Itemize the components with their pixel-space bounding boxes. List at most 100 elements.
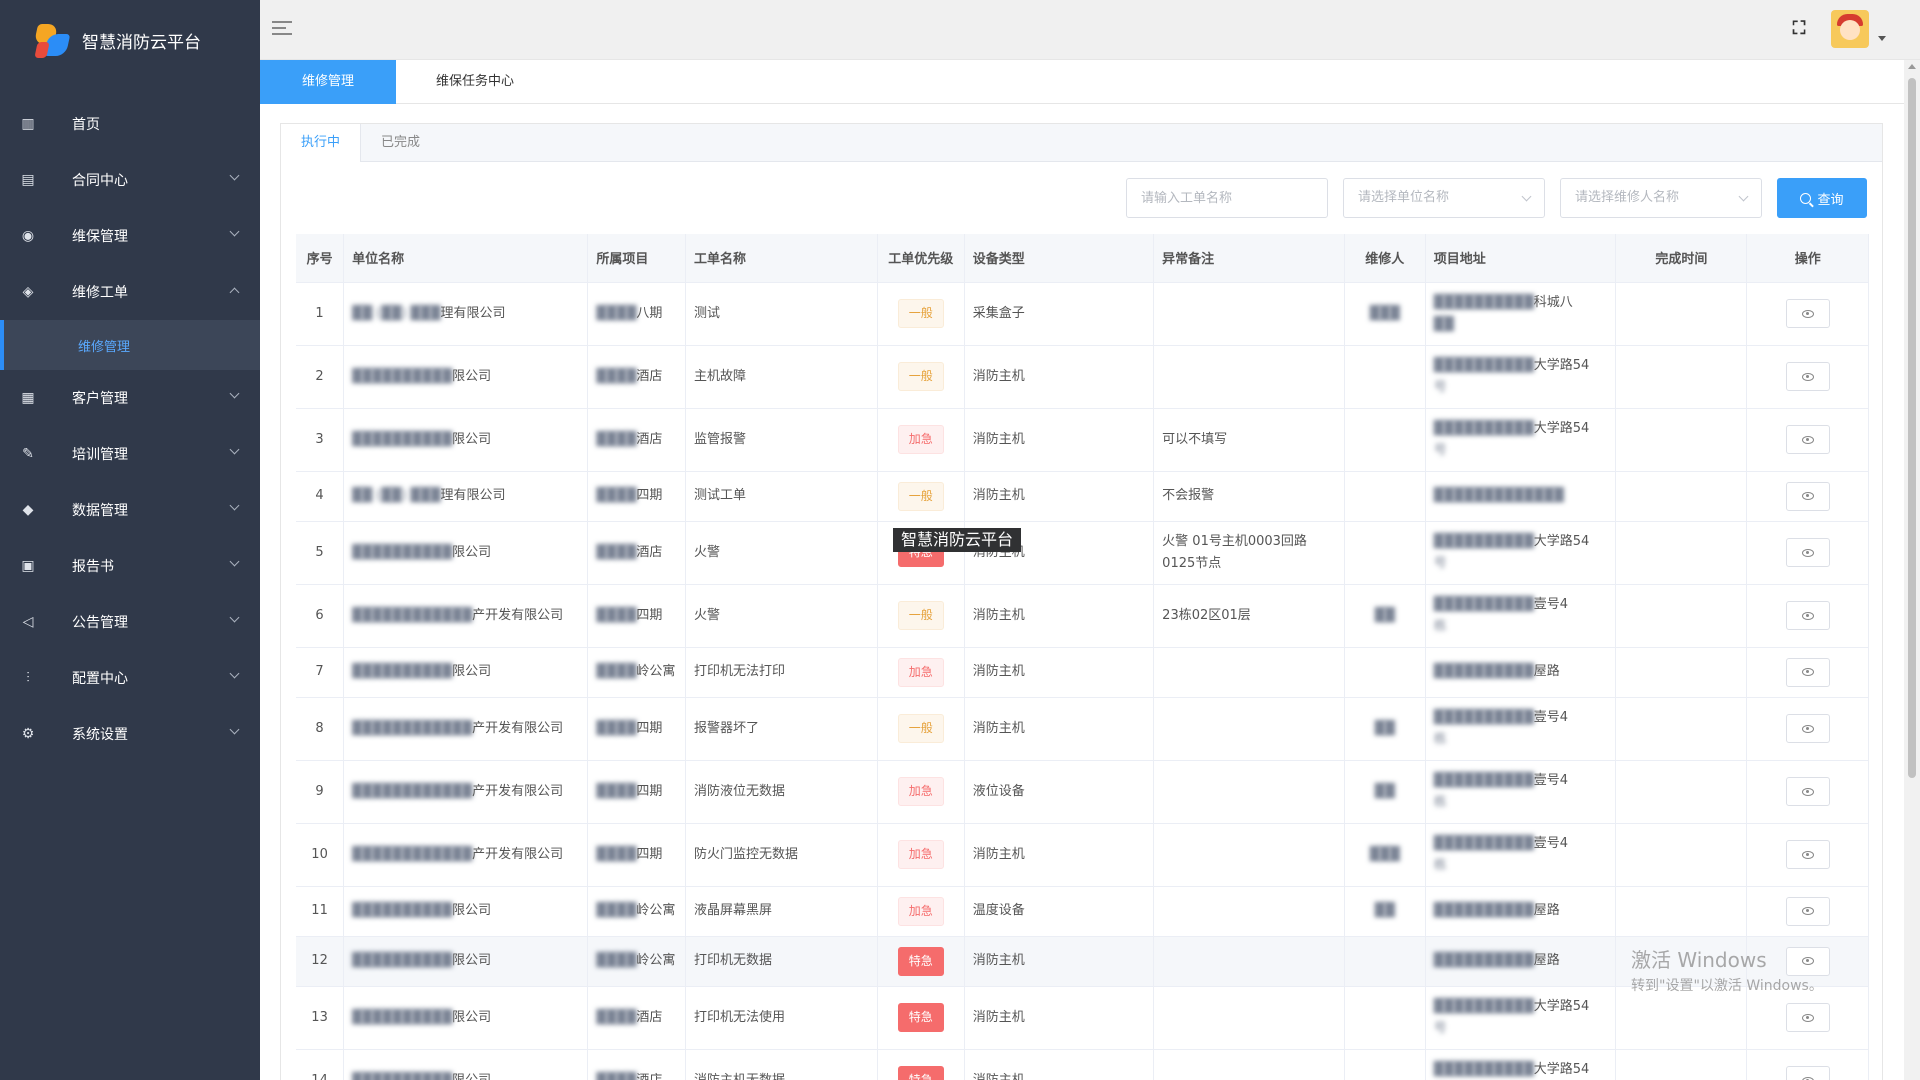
menu-toggle-icon[interactable] <box>272 21 292 37</box>
view-button[interactable] <box>1785 1003 1830 1032</box>
priority-badge: 加急 <box>897 425 944 454</box>
sidebar-item-9[interactable]: ◁ 公告管理 <box>0 594 260 650</box>
table-row[interactable]: 10 ████████████产开发有限公司 ████四期 防火门监控无数据 加急 消防主… <box>296 823 1869 887</box>
view-button[interactable] <box>1785 538 1830 567</box>
eye-icon <box>1801 850 1814 859</box>
view-button[interactable] <box>1785 840 1830 869</box>
unit-name-text: 限公司 <box>452 1072 492 1080</box>
sidebar-item-label: 公告管理 <box>72 615 128 631</box>
cell-repairer: ██ <box>1344 584 1426 648</box>
cell-actions <box>1746 471 1869 522</box>
cell-done-time <box>1615 345 1748 409</box>
cell-address: ██████████大学路54 号 <box>1425 345 1617 409</box>
sidebar-item-7[interactable]: ◆ 数据管理 <box>0 482 260 538</box>
sidebar-item-5[interactable]: ▦ 客户管理 <box>0 370 260 426</box>
cell-done-time <box>1615 1049 1748 1080</box>
scroll-up-icon[interactable] <box>1908 64 1916 69</box>
cell-index: 2 <box>296 345 345 409</box>
project-text: 岭公寓 <box>636 953 676 968</box>
sidebar-subitem-label: 维修管理 <box>78 339 131 355</box>
view-button[interactable] <box>1785 657 1830 687</box>
sidebar-subitem-repair-management[interactable]: 维修管理 <box>0 320 260 370</box>
sidebar-item-0[interactable]: ▥ 首页 <box>0 96 260 152</box>
main-card: 执行中 已完成 请选择单位名称 请选择维修人名称 查询 序号单位名称所属项目工单… <box>280 123 1883 1080</box>
eye-icon <box>1801 907 1814 915</box>
table-row[interactable]: 6 ████████████产开发有限公司 ████四期 火警 一般 消防主机 23栋02区… <box>296 584 1869 648</box>
view-button[interactable] <box>1785 777 1830 806</box>
tab-maintenance-task-center[interactable]: 维保任务中心 <box>396 60 554 104</box>
cell-device-type: 消防主机 <box>964 584 1155 648</box>
eye-icon <box>1801 309 1814 318</box>
cell-priority: 加急 <box>877 760 965 824</box>
cell-remark <box>1153 345 1345 409</box>
cell-address: ██████████大学路54 号 <box>1425 408 1617 472</box>
eye-icon <box>1801 1013 1814 1022</box>
cell-remark: 可以不填写 <box>1153 408 1345 472</box>
sidebar-item-10[interactable]: ⫶ 配置中心 <box>0 650 260 706</box>
unit-name-redacted: ██████████ <box>352 368 453 384</box>
project-redacted: ████ <box>596 1072 637 1080</box>
view-button[interactable] <box>1785 481 1830 511</box>
table-row[interactable]: 9 ████████████产开发有限公司 ████四期 消防液位无数据 加急 液位设备 █… <box>296 760 1869 824</box>
sidebar-item-8[interactable]: ▣ 报告书 <box>0 538 260 594</box>
unit-name-select[interactable]: 请选择单位名称 <box>1343 178 1545 218</box>
unit-name-text: 理有限公司 <box>440 488 506 503</box>
unit-name-text: 产开发有限公司 <box>472 846 564 862</box>
cell-address: ██████████壹号4 栋 <box>1425 823 1617 887</box>
cell-device-type: 消防主机 <box>964 936 1155 987</box>
table-row[interactable]: 5 ██████████限公司 ████酒店 火警 特急 消防主机 火警 01号主机0003… <box>296 521 1869 585</box>
cell-index: 7 <box>296 647 345 698</box>
fullscreen-icon[interactable]: ⛶ <box>1789 19 1809 39</box>
cell-index: 10 <box>296 823 345 887</box>
table-row[interactable]: 14 ██████████限公司 ████酒店 消防主机无数据 特急 消防主机 ██████… <box>296 1049 1869 1080</box>
unit-name-redacted: ██████████ <box>352 953 453 968</box>
tab-in-progress[interactable]: 执行中 <box>281 124 362 162</box>
view-button[interactable] <box>1785 362 1830 391</box>
cell-done-time <box>1615 471 1748 522</box>
chevron-up-icon <box>229 287 240 298</box>
table-row[interactable]: 3 ██████████限公司 ████酒店 监管报警 加急 消防主机 可以不填写 █████… <box>296 408 1869 472</box>
table-row[interactable]: 11 ██████████限公司 ████岭公寓 液晶屏幕黑屏 加急 温度设备 ██ ████… <box>296 886 1869 937</box>
view-button[interactable] <box>1785 425 1830 454</box>
table-row[interactable]: 13 ██████████限公司 ████酒店 打印机无法使用 特急 消防主机 ██████… <box>296 986 1869 1050</box>
tab-repair-management[interactable]: 维修管理 <box>260 60 396 104</box>
sidebar-item-3[interactable]: ◈ 维修工单 <box>0 264 260 320</box>
cell-project: ████四期 <box>587 697 687 761</box>
app-logo[interactable]: 智慧消防云平台 <box>0 0 260 80</box>
cell-repairer: ███ <box>1344 823 1426 887</box>
filter-bar: 请选择单位名称 请选择维修人名称 查询 <box>1126 178 1867 218</box>
sidebar-item-11[interactable]: ⚙ 系统设置 <box>0 706 260 762</box>
table-row[interactable]: 2 ██████████限公司 ████酒店 主机故障 一般 消防主机 ██████████… <box>296 345 1869 409</box>
caret-down-icon[interactable] <box>1878 36 1886 41</box>
sidebar-item-6[interactable]: ✎ 培训管理 <box>0 426 260 482</box>
table-row[interactable]: 1 ██ (██) ███理有限公司 ████八期 测试 一般 采集盒子 ███ ██████… <box>296 282 1869 346</box>
page-scrollbar[interactable] <box>1904 60 1920 1080</box>
sidebar-item-1[interactable]: ▤ 合同中心 <box>0 152 260 208</box>
view-button[interactable] <box>1785 601 1830 630</box>
cell-repairer <box>1344 936 1426 987</box>
table-row[interactable]: 4 ██ (██) ███理有限公司 ████四期 测试工单 一般 消防主机 不会报警 ███… <box>296 471 1869 522</box>
repairer-redacted: ███ <box>1369 305 1400 321</box>
cell-remark <box>1153 823 1345 887</box>
view-button[interactable] <box>1785 714 1830 743</box>
device-type: 液位设备 <box>972 783 1025 799</box>
tab-completed[interactable]: 已完成 <box>361 124 440 162</box>
address-text: 壹号4 <box>1533 772 1569 788</box>
scrollbar-thumb[interactable] <box>1908 78 1916 778</box>
sidebar-item-2[interactable]: ◉ 维保管理 <box>0 208 260 264</box>
work-order-name-input[interactable] <box>1126 178 1328 218</box>
table-row[interactable]: 7 ██████████限公司 ████岭公寓 打印机无法打印 加急 消防主机 ██████… <box>296 647 1869 698</box>
repairer-name-select[interactable]: 请选择维修人名称 <box>1560 178 1762 218</box>
cell-repairer <box>1344 647 1426 698</box>
unit-name-redacted: ██████████ <box>352 1072 453 1080</box>
view-button[interactable] <box>1785 1066 1830 1080</box>
remark-text: 不会报警 <box>1162 488 1215 503</box>
view-button[interactable] <box>1785 299 1830 328</box>
query-button[interactable]: 查询 <box>1777 178 1867 218</box>
view-button[interactable] <box>1785 896 1830 926</box>
table-row[interactable]: 8 ████████████产开发有限公司 ████四期 报警器坏了 一般 消防主机 ██ █… <box>296 697 1869 761</box>
project-text: 岭公寓 <box>636 903 676 918</box>
avatar[interactable] <box>1831 10 1869 48</box>
eye-icon <box>1801 787 1814 796</box>
unit-name-text: 限公司 <box>452 544 492 560</box>
